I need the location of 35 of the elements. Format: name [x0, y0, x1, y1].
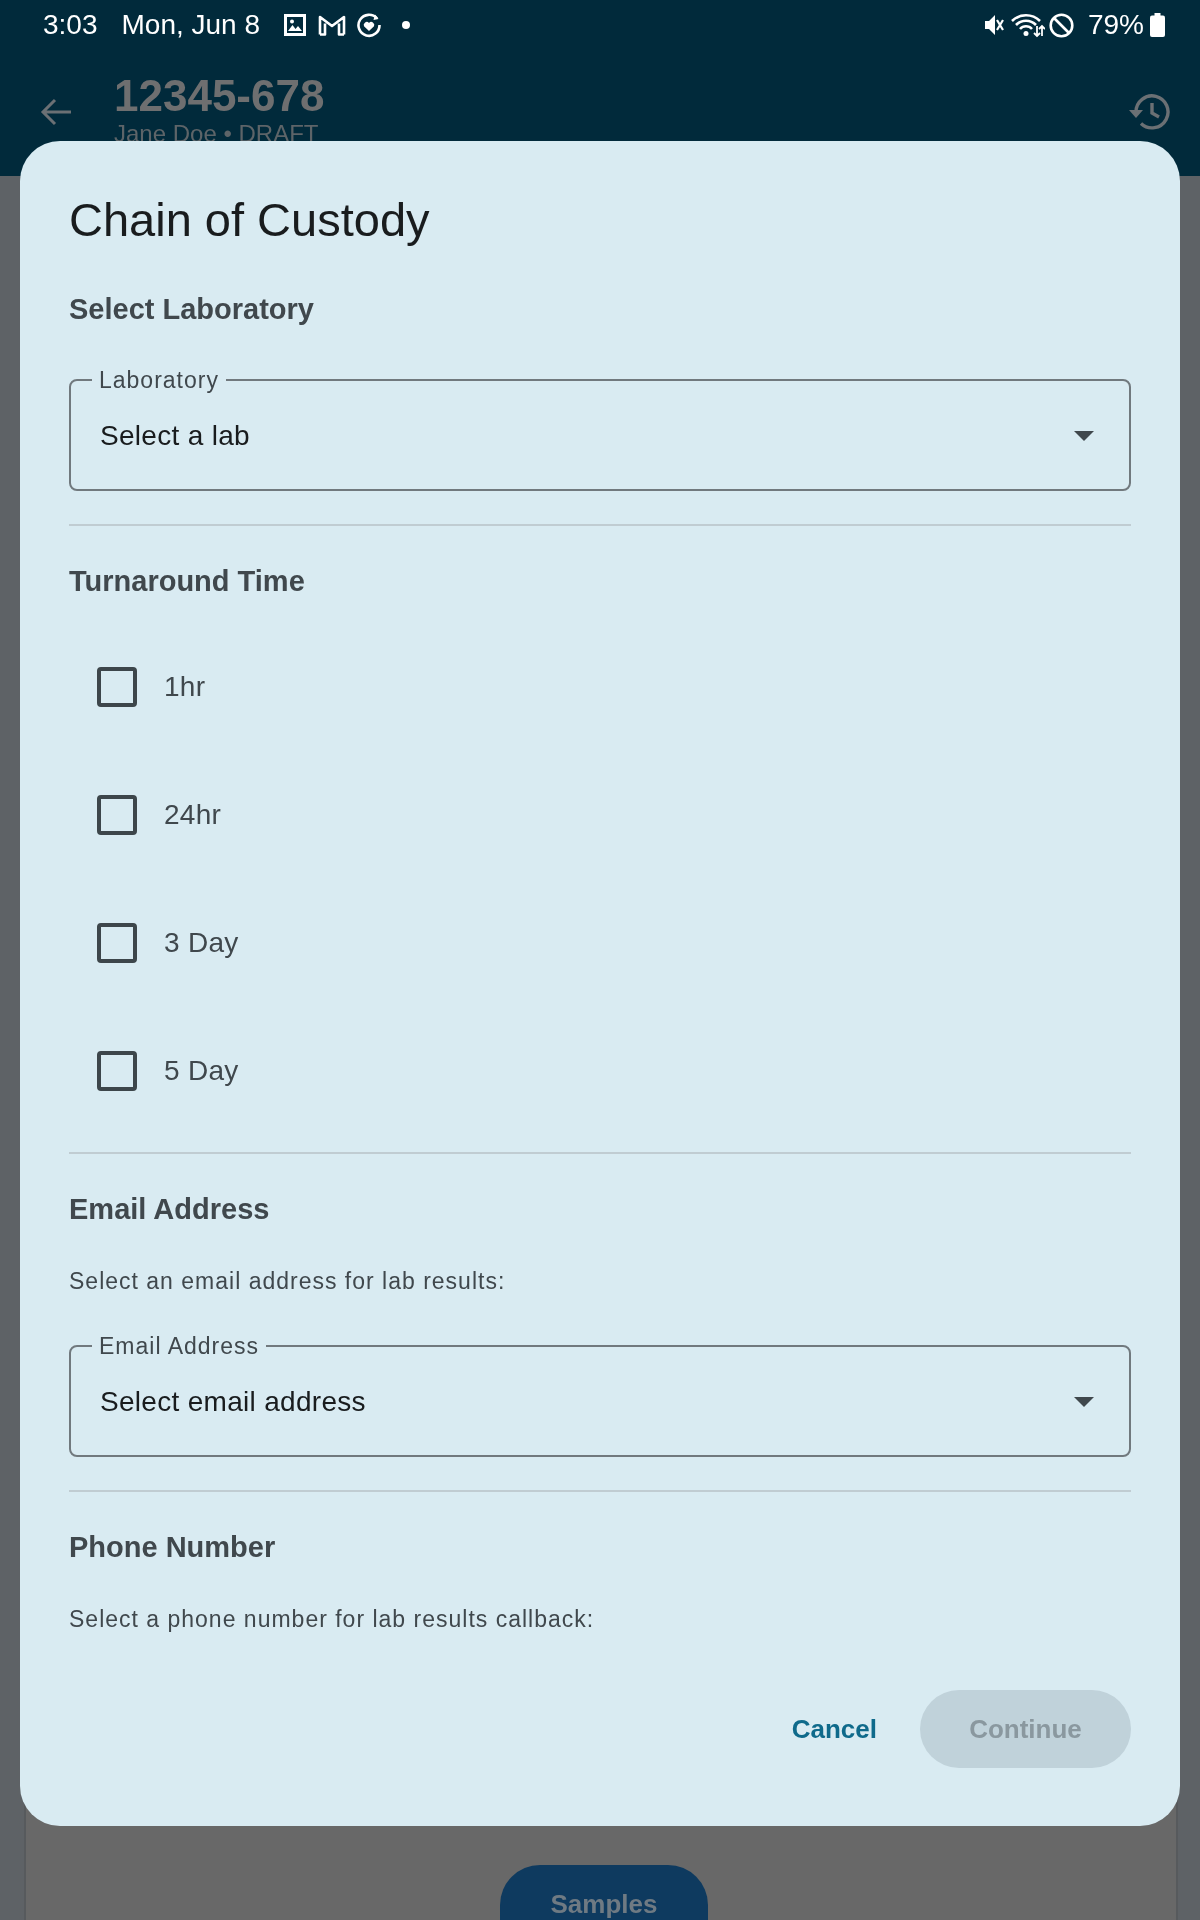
- dropdown-field[interactable]: Email Address Select email address: [69, 1333, 1131, 1457]
- checkbox[interactable]: [97, 795, 137, 835]
- checkbox[interactable]: [97, 923, 137, 963]
- section-heading: Email Address: [69, 1192, 270, 1227]
- do-not-disturb-icon: [1048, 12, 1074, 38]
- checkbox[interactable]: [97, 667, 137, 707]
- checkbox[interactable]: [97, 1051, 137, 1091]
- status-time: 3:03: [43, 9, 98, 41]
- cancel-button[interactable]: Cancel: [767, 1690, 901, 1768]
- history-icon[interactable]: [1129, 93, 1171, 131]
- section-heading: Turnaround Time: [69, 564, 305, 599]
- checkbox-label: 5 Day: [164, 1054, 239, 1088]
- wifi-icon: [1010, 12, 1045, 38]
- dropdown-caret-icon: [1074, 1397, 1094, 1407]
- dot-icon: [402, 21, 411, 29]
- checkbox-label: 24hr: [164, 798, 222, 832]
- section-description: Select an email address for lab results:: [69, 1267, 506, 1295]
- status-date: Mon, Jun 8: [121, 9, 261, 41]
- checkbox-label: 3 Day: [164, 926, 239, 960]
- dialog-title: Chain of Custody: [69, 192, 431, 248]
- section-heading: Select Laboratory: [69, 292, 314, 327]
- heart-circle-icon: [356, 12, 383, 38]
- gallery-icon: [283, 13, 308, 37]
- page-title: 12345-678: [114, 72, 325, 120]
- samples-button[interactable]: Samples: [500, 1865, 708, 1920]
- back-arrow-icon[interactable]: [40, 98, 72, 126]
- battery-icon: [1150, 13, 1165, 37]
- mute-icon: [983, 13, 1004, 37]
- section-heading: Phone Number: [69, 1530, 276, 1565]
- battery-percent: 79%: [1087, 9, 1144, 41]
- dropdown-caret-icon: [1074, 431, 1094, 441]
- mail-icon: [318, 14, 347, 36]
- dropdown-field[interactable]: Laboratory Select a lab: [69, 367, 1131, 491]
- checkbox-label: 1hr: [164, 670, 206, 704]
- section-description: Select a phone number for lab results callback:: [69, 1605, 595, 1633]
